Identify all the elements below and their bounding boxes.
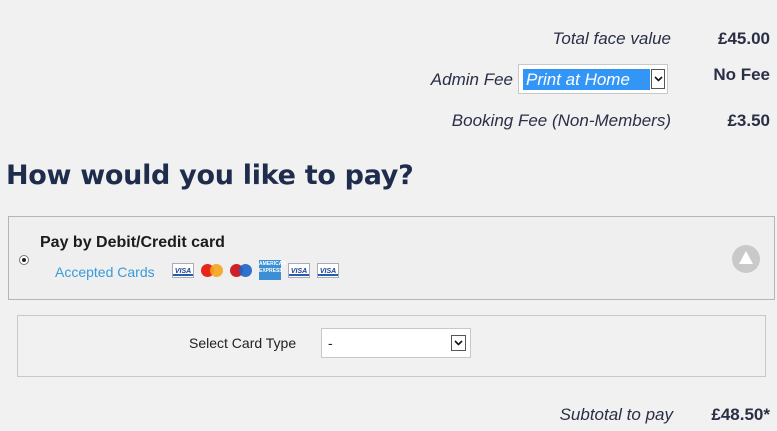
accepted-cards-label: Accepted Cards — [55, 264, 155, 280]
admin-fee-selected-option: Print at Home — [523, 69, 650, 90]
booking-fee-amount: £3.50 — [727, 111, 770, 130]
amex-icon: AMERICAN EXPRESS — [259, 260, 286, 280]
payment-method-title: Pay by Debit/Credit card — [40, 234, 225, 251]
chevron-down-icon[interactable] — [651, 69, 665, 89]
admin-fee-label: Admin Fee — [430, 70, 513, 89]
admin-fee-amount: No Fee — [713, 65, 770, 84]
subtotal-label: Subtotal to pay — [559, 405, 673, 424]
page-heading: How would you like to pay? — [6, 160, 414, 191]
total-face-value-amount: £45.00 — [718, 29, 770, 48]
booking-fee-label: Booking Fee (Non-Members) — [451, 111, 671, 130]
mastercard-icon — [201, 263, 223, 278]
accepted-card-icons: VISA AMERICAN EXPRESS VISA VISA — [172, 260, 346, 280]
subtotal-amount: £48.50* — [711, 405, 770, 424]
card-type-label: Select Card Type — [189, 335, 297, 351]
maestro-icon — [230, 263, 252, 278]
visa-electron-icon: VISA — [317, 263, 339, 278]
chevron-down-icon[interactable] — [451, 335, 466, 351]
visa-debit-icon: VISA — [288, 263, 310, 278]
admin-fee-select[interactable]: Print at Home — [518, 64, 668, 94]
card-payment-radio[interactable] — [19, 255, 29, 265]
payment-method-card[interactable]: Pay by Debit/Credit card Accepted Cards … — [8, 216, 775, 300]
card-type-select[interactable]: - — [321, 328, 471, 358]
collapse-up-icon[interactable] — [732, 245, 760, 273]
visa-icon: VISA — [172, 263, 194, 278]
card-type-selected-option: - — [328, 335, 333, 351]
card-type-panel: Select Card Type - — [17, 315, 766, 377]
total-face-value-label: Total face value — [552, 29, 671, 48]
